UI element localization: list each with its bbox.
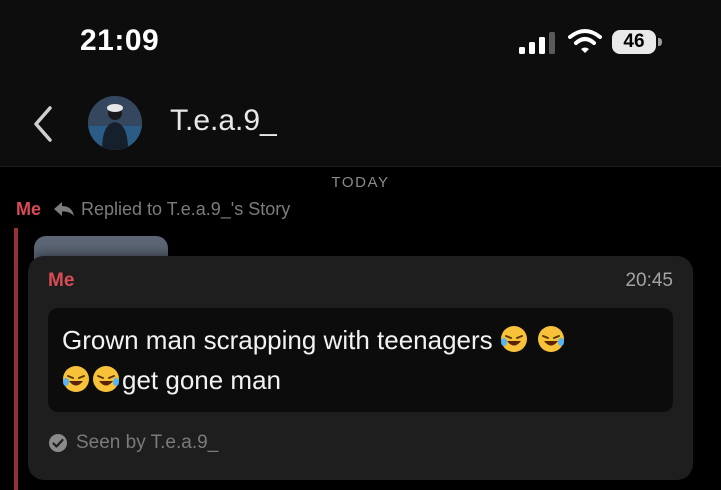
battery-tip	[658, 38, 662, 46]
wifi-icon	[568, 29, 602, 53]
message-text-line2: get gone man	[122, 365, 282, 395]
contact-name[interactable]: T.e.a.9_	[170, 104, 277, 138]
laughing-emoji-icon	[500, 326, 527, 352]
reply-sender: Me	[16, 198, 42, 219]
laughing-emoji-icon	[93, 366, 119, 392]
reply-text: Replied to T.e.a.9_'s Story	[81, 198, 291, 219]
avatar-image	[88, 96, 142, 150]
message-time: 20:45	[625, 270, 673, 291]
message-text-line1: Grown man scrapping with teenagers	[62, 325, 493, 355]
message-bubble[interactable]: Grown man scrapping with teenagers get g…	[48, 308, 673, 412]
check-circle-icon	[49, 434, 67, 452]
reply-thread-line	[14, 228, 18, 490]
laughing-emoji-icon	[63, 366, 89, 392]
avatar[interactable]	[88, 96, 142, 150]
seen-status: Seen by T.e.a.9_	[48, 432, 218, 454]
message-text: Grown man scrapping with teenagers get g…	[62, 320, 652, 400]
battery-icon: 46	[612, 30, 664, 56]
reply-indicator: Me Replied to T.e.a.9_'s Story	[16, 197, 290, 221]
laughing-emoji-icon	[538, 326, 565, 352]
day-separator: TODAY	[331, 174, 390, 191]
signal-icon	[519, 32, 555, 54]
message-detail-card: Me 20:45 Grown man scrapping with teenag…	[28, 256, 693, 480]
battery-level: 46	[612, 30, 656, 54]
status-bar: 21:09 46	[0, 0, 721, 86]
chat-header: T.e.a.9_	[0, 86, 721, 167]
chevron-left-icon[interactable]	[28, 102, 58, 146]
reply-arrow-icon	[54, 202, 75, 216]
seen-text: Seen by T.e.a.9_	[76, 432, 219, 453]
status-time: 21:09	[80, 24, 160, 57]
message-sender: Me	[48, 270, 75, 291]
